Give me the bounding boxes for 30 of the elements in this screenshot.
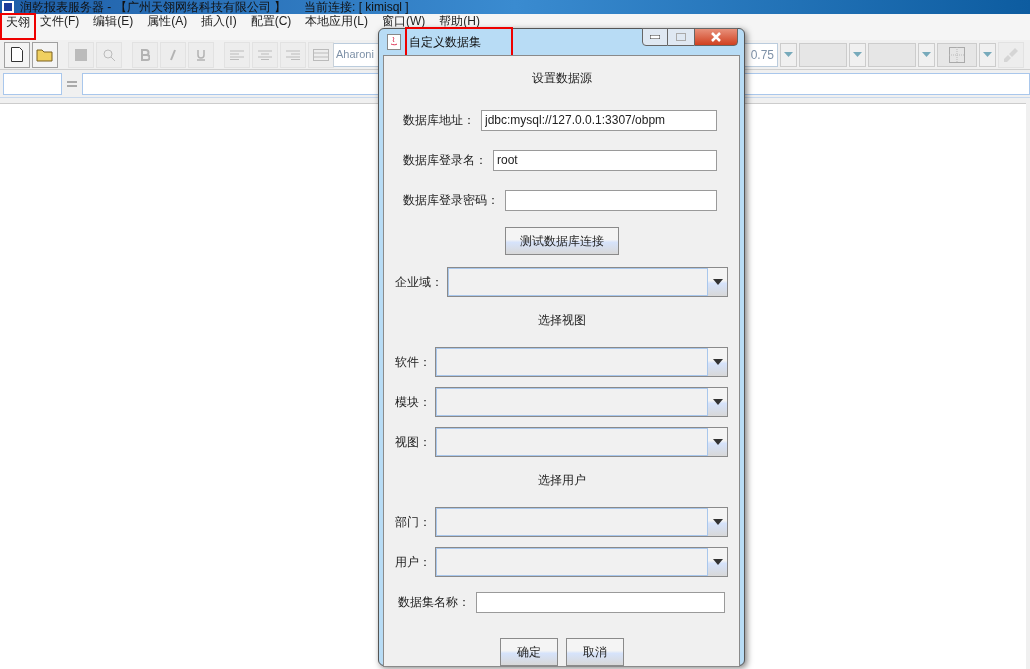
menu-item[interactable]: 窗口(W) — [382, 15, 426, 27]
field-label: 数据集名称： — [398, 594, 470, 611]
connection-status: 当前连接: [ kimisql ] — [304, 1, 409, 13]
section-heading: 设置数据源 — [531, 70, 592, 87]
field-label: 模块： — [395, 394, 431, 411]
field-label: 视图： — [395, 434, 431, 451]
test-connection-button[interactable]: 测试数据库连接 — [504, 227, 619, 255]
field-label: 用户： — [395, 554, 431, 571]
window-title: 润乾报表服务器 - 【广州天翎网络科技有限公司 】 — [20, 1, 286, 13]
menu-item[interactable]: 插入(I) — [201, 15, 237, 27]
dialog-title: 自定义数据集 — [407, 29, 511, 55]
field-label: 软件： — [395, 354, 431, 371]
menu-item[interactable]: 本地应用(L) — [305, 15, 368, 27]
field-label: 企业域： — [395, 274, 443, 291]
dialog-button[interactable]: 确定 — [499, 638, 558, 666]
menu-item[interactable]: 编辑(E) — [93, 15, 134, 27]
field-label: 数据库地址： — [403, 112, 475, 129]
dialog-button[interactable]: 取消 — [565, 638, 624, 666]
menu-item[interactable]: 帮助(H) — [439, 15, 480, 27]
input-field[interactable]: jdbc:mysql://127.0.0.1:3307/obpm — [481, 109, 717, 131]
field-label: 部门： — [395, 514, 431, 531]
menu-item[interactable]: 文件(F) — [40, 15, 80, 27]
menu-item[interactable]: 配置(C) — [250, 15, 292, 27]
section-heading: 选择用户 — [537, 472, 586, 489]
menu-item[interactable]: 天翎 — [2, 15, 34, 38]
field-label: 数据库登录名： — [403, 152, 487, 169]
field-label: 数据库登录密码： — [403, 192, 499, 209]
input-field[interactable]: root — [493, 149, 717, 171]
menu-item[interactable]: 属性(A) — [147, 15, 188, 27]
section-heading: 选择视图 — [537, 312, 586, 329]
